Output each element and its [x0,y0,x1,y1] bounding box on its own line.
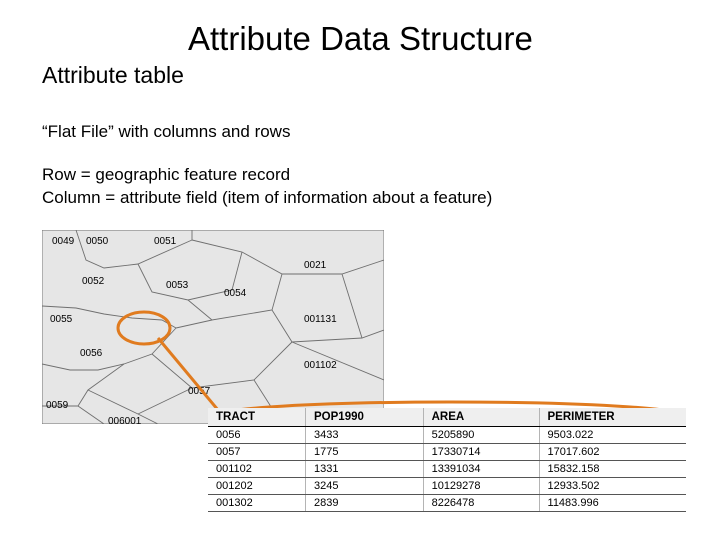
table-row: 0013022839822647811483.996 [208,494,686,511]
slide: Attribute Data Structure Attribute table… [0,0,720,540]
page-subtitle: Attribute table [42,62,680,89]
row-definition: Row = geographic feature record [42,164,680,187]
table-cell: 8226478 [423,494,539,511]
table-cell: 0056 [208,426,306,443]
map-tract-label: 0056 [80,348,102,359]
map-tract-label: 0054 [224,288,246,299]
table-cell: 13391034 [423,460,539,477]
page-title: Attribute Data Structure [42,20,680,58]
table-row: 005717751733071417017.602 [208,443,686,460]
table-cell: 2839 [306,494,424,511]
table-cell: 001102 [208,460,306,477]
table-cell: 17017.602 [539,443,686,460]
map-tract-label: 0059 [46,400,68,411]
table-row: 00120232451012927812933.502 [208,477,686,494]
attribute-table: TRACT POP1990 AREA PERIMETER 00563433520… [208,408,686,512]
map-tract-label: 0053 [166,280,188,291]
table-cell: 11483.996 [539,494,686,511]
table-cell: 1775 [306,443,424,460]
table-cell: 001302 [208,494,306,511]
column-definition: Column = attribute field (item of inform… [42,187,680,210]
map-tract-label: 0057 [188,386,210,397]
map-tract-label: 0055 [50,314,72,325]
table-cell: 17330714 [423,443,539,460]
table-cell: 3433 [306,426,424,443]
tract-map-svg [42,230,384,424]
map-tract-label: 0050 [86,236,108,247]
col-header-area: AREA [423,408,539,427]
table-cell: 001202 [208,477,306,494]
col-header-perimeter: PERIMETER [539,408,686,427]
map-tract-label: 0052 [82,276,104,287]
map-tract-label: 0049 [52,236,74,247]
map-tract-label: 001102 [304,360,337,371]
col-header-tract: TRACT [208,408,306,427]
map-tract-label: 0021 [304,260,326,271]
table-header-row: TRACT POP1990 AREA PERIMETER [208,408,686,427]
table-cell: 3245 [306,477,424,494]
map-tract-label: 006001 [108,416,141,427]
tract-map: 0049 0050 0051 0021 0052 0053 0054 0055 001131 00… [42,230,384,424]
table-row: 00110213311339103415832.158 [208,460,686,477]
map-tract-label: 0051 [154,236,176,247]
figure-area: 0049 0050 0051 0021 0052 0053 0054 0055 001131 00… [42,230,662,500]
table-row: 0056343352058909503.022 [208,426,686,443]
table-cell: 12933.502 [539,477,686,494]
table-cell: 5205890 [423,426,539,443]
map-tract-label: 001131 [304,314,337,325]
col-header-pop1990: POP1990 [306,408,424,427]
table-cell: 15832.158 [539,460,686,477]
flat-file-description: “Flat File” with columns and rows [42,121,680,144]
table-cell: 1331 [306,460,424,477]
table-cell: 10129278 [423,477,539,494]
table-cell: 0057 [208,443,306,460]
table-cell: 9503.022 [539,426,686,443]
